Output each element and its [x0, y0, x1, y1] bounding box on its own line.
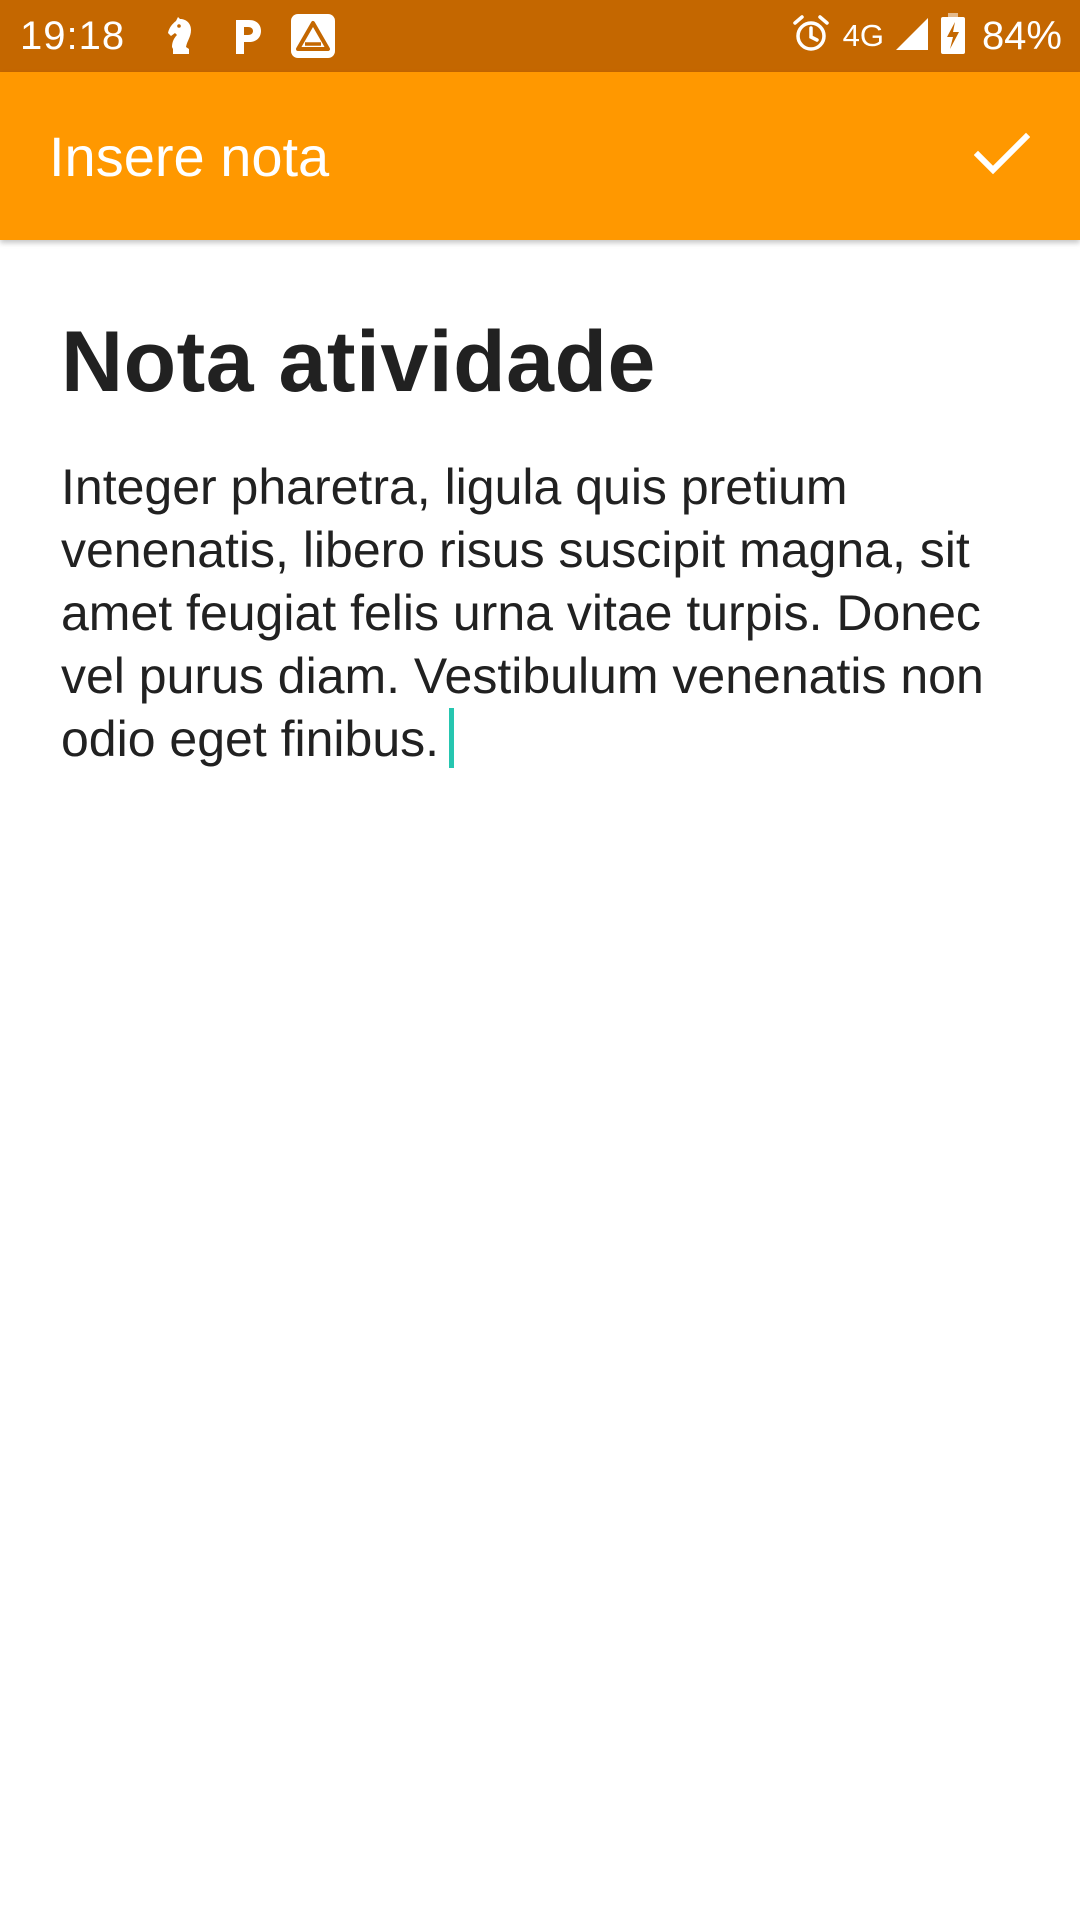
signal-icon	[894, 16, 930, 57]
battery-charging-icon	[940, 12, 966, 60]
check-icon	[973, 132, 1031, 181]
alarm-icon	[791, 14, 831, 59]
system-status-icons: 4G 84%	[791, 12, 1062, 60]
app-bar: Insere nota	[0, 72, 1080, 240]
status-time: 19:18	[20, 13, 126, 58]
note-editor: Nota atividade Integer pharetra, ligula …	[61, 312, 1021, 771]
note-title-text: Nota atividade	[61, 314, 656, 410]
save-note-button[interactable]	[960, 114, 1044, 198]
chess-knight-icon	[159, 14, 203, 58]
page-title: Insere nota	[49, 124, 330, 188]
warning-app-icon	[291, 14, 336, 58]
battery-percentage: 84%	[981, 13, 1062, 58]
network-type: 4G	[842, 18, 884, 53]
parking-app-icon	[225, 14, 269, 58]
notification-icons	[159, 14, 336, 58]
status-bar: 19:18 4G 84%	[0, 0, 1080, 72]
note-title-field[interactable]: Nota atividade	[61, 312, 1021, 412]
note-body-field[interactable]: Integer pharetra, ligula quis pretium ve…	[61, 456, 1001, 771]
note-body-text: Integer pharetra, ligula quis pretium ve…	[61, 459, 998, 767]
text-cursor	[449, 708, 455, 768]
